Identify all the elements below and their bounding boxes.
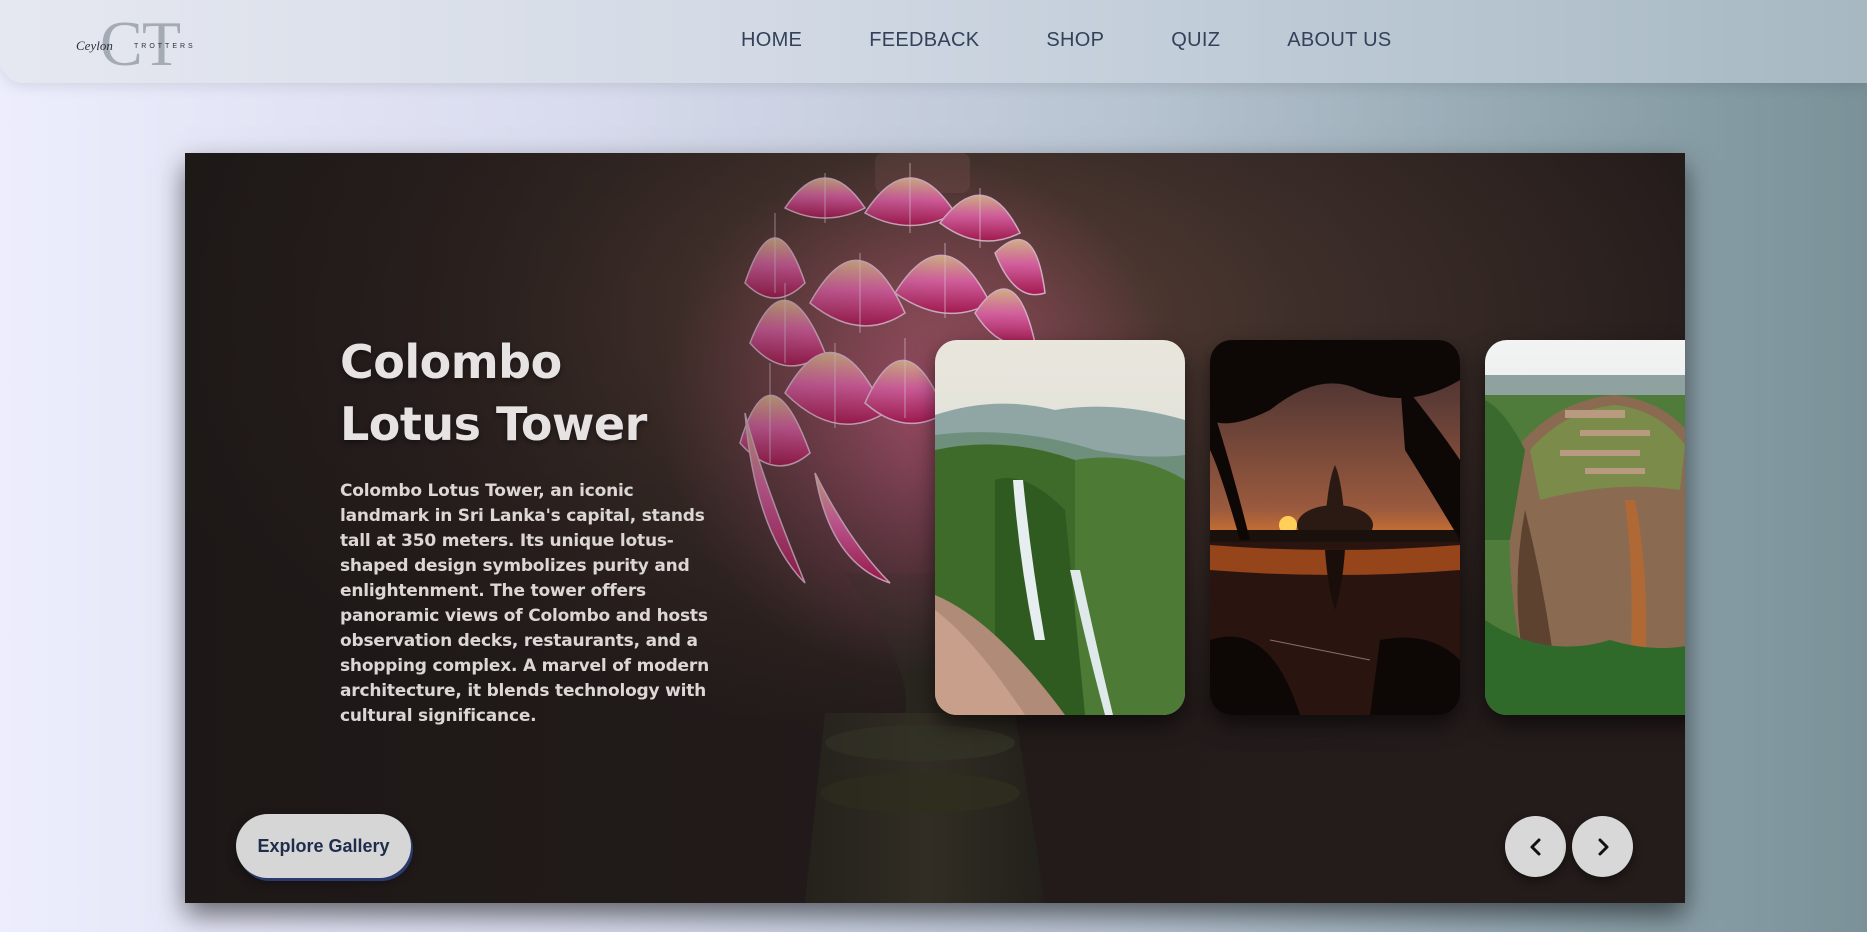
hero-slider: Colombo Lotus Tower Colombo Lotus Tower,… — [185, 153, 1685, 903]
sigiriya-rock-image — [1485, 340, 1685, 715]
svg-text:T: T — [142, 10, 181, 72]
slider-prev-button[interactable] — [1505, 816, 1566, 877]
hero-description: Colombo Lotus Tower, an iconic landmark … — [340, 481, 709, 726]
chevron-right-icon — [1598, 838, 1608, 855]
chevron-left-icon — [1530, 838, 1540, 855]
svg-text:Ceylon: Ceylon — [76, 38, 113, 53]
brand-logo[interactable]: C T Ceylon TROTTERS — [72, 10, 222, 72]
slide-card-stupa[interactable] — [1210, 340, 1460, 715]
top-navbar: C T Ceylon TROTTERS HOME FEEDBACK SHOP Q… — [0, 0, 1867, 83]
explore-gallery-button[interactable]: Explore Gallery — [236, 814, 411, 878]
nav-feedback[interactable]: FEEDBACK — [869, 29, 979, 55]
slide-card-sigiriya[interactable] — [1485, 340, 1685, 715]
nav-quiz[interactable]: QUIZ — [1171, 29, 1220, 55]
nav-shop[interactable]: SHOP — [1046, 29, 1104, 55]
main-nav: HOME FEEDBACK SHOP QUIZ ABOUT US — [741, 29, 1392, 55]
nav-about-us[interactable]: ABOUT US — [1287, 29, 1391, 55]
nav-home[interactable]: HOME — [741, 29, 802, 55]
svg-text:TROTTERS: TROTTERS — [134, 43, 196, 50]
stupa-sunset-image — [1210, 340, 1460, 715]
slider-next-button[interactable] — [1572, 816, 1633, 877]
hero-title: Colombo Lotus Tower — [340, 335, 647, 451]
waterfall-image — [935, 340, 1185, 715]
slide-card-waterfall[interactable] — [935, 340, 1185, 715]
